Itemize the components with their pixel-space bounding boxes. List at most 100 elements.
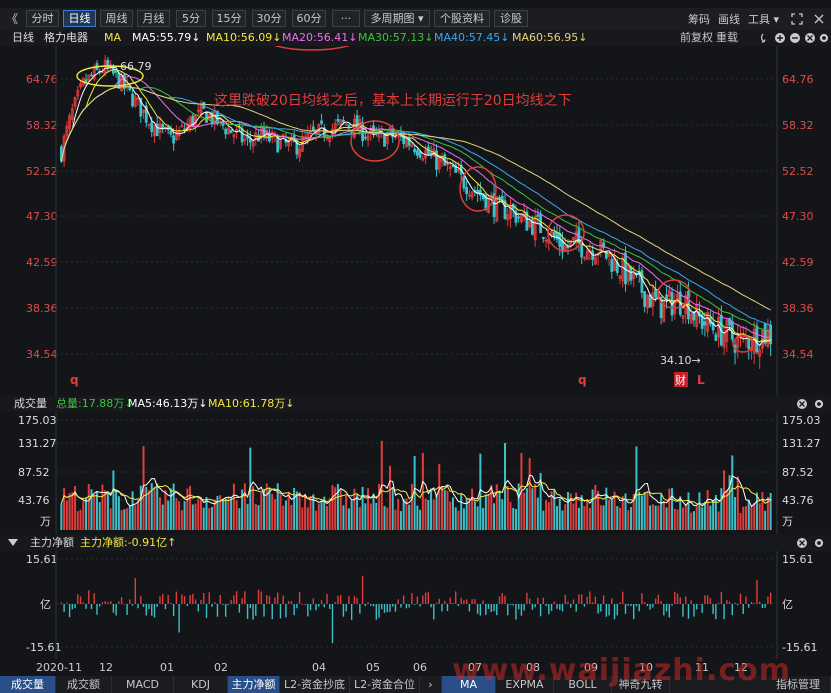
volume-bar — [183, 501, 186, 530]
diagnose-button[interactable]: 诊股 — [494, 10, 528, 27]
volume-bar — [158, 497, 161, 530]
flow-bar — [748, 604, 750, 608]
draw-line-button[interactable]: 画线 — [718, 11, 740, 27]
flow-bar — [613, 604, 616, 620]
tab-volume[interactable]: 成交量 — [0, 676, 56, 693]
candle-body — [714, 334, 718, 341]
volume-bar — [572, 503, 575, 530]
volume-bar — [692, 511, 695, 530]
volume-bar — [369, 503, 372, 530]
flow-bar — [249, 604, 252, 609]
flow-strip: 主力净额 主力净额:-0.91亿↑ — [0, 535, 831, 551]
forward-adjust-button[interactable]: 前复权 — [680, 30, 713, 46]
flow-bar — [685, 596, 687, 604]
flow-bar — [224, 604, 227, 617]
candle-body — [665, 294, 668, 300]
flow-bar — [616, 604, 618, 616]
flow-bar — [564, 594, 566, 604]
flow-bar — [290, 600, 293, 604]
flow-bar — [101, 602, 104, 604]
kline-chart[interactable]: 64.76 64.76 58.32 58.32 52.52 52.52 47.30 47.30… — [0, 46, 831, 396]
tab-macd[interactable]: MACD — [112, 676, 174, 693]
volume-bar — [471, 488, 474, 530]
flow-bar — [496, 604, 498, 616]
flow-bar — [79, 596, 82, 604]
flow-bar — [312, 598, 315, 604]
tab-turnover[interactable]: 成交额 — [56, 676, 112, 693]
price-tick-left: 42.59 — [26, 256, 58, 269]
flow-bar — [142, 604, 145, 607]
flow-bar — [271, 604, 273, 620]
panel-control-icons[interactable] — [760, 32, 830, 44]
tab-zhouxian[interactable]: 周线 — [100, 10, 133, 27]
flow-bar — [181, 594, 183, 604]
flow-bar — [329, 604, 331, 609]
close-icon[interactable] — [812, 12, 826, 26]
volume-bar — [531, 488, 534, 530]
volume-close-icon[interactable] — [796, 398, 826, 410]
candle-body — [183, 128, 187, 131]
price-tick-right: 38.36 — [782, 302, 814, 315]
flow-bar — [227, 604, 230, 605]
collapse-icon[interactable] — [8, 539, 18, 547]
candle-body — [536, 214, 540, 217]
volume-bar — [232, 483, 235, 530]
candle-body — [643, 291, 647, 307]
candle-body — [114, 69, 118, 73]
tab-60min[interactable]: 60分 — [292, 10, 326, 27]
tab-rixian[interactable]: 日线 — [63, 10, 96, 27]
flow-bar — [654, 598, 657, 604]
flow-bar — [222, 604, 224, 605]
volume-bar — [525, 488, 528, 530]
volume-bar — [257, 505, 260, 530]
flow-bar — [241, 598, 243, 604]
chips-button[interactable]: 筹码 — [688, 11, 710, 27]
reload-button[interactable]: 重载 — [716, 30, 738, 46]
volume-bar — [383, 506, 386, 530]
ma40-value: MA40:57.45↓ — [434, 31, 510, 44]
tab-30min[interactable]: 30分 — [252, 10, 286, 27]
flow-bar — [742, 604, 744, 614]
back-button[interactable]: 《 — [6, 10, 18, 27]
flow-bar — [706, 595, 709, 604]
volume-bar — [356, 494, 359, 530]
candle-body — [383, 133, 386, 147]
tab-5min[interactable]: 5分 — [176, 10, 206, 27]
flow-bar — [441, 604, 443, 612]
tab-l2-bottom[interactable]: L2-资金抄底 — [280, 676, 350, 693]
flow-tick-left: 15.61 — [26, 553, 58, 566]
volume-bar — [265, 483, 268, 530]
tab-kdj[interactable]: KDJ — [174, 676, 228, 693]
candle-body — [610, 258, 614, 272]
flow-bar — [392, 604, 394, 607]
volume-bar — [597, 490, 600, 530]
volume-bar — [301, 507, 304, 530]
stock-info-button[interactable]: 个股资料 — [434, 10, 490, 27]
tab-fenshi[interactable]: 分时 — [26, 10, 59, 27]
tab-main-flow[interactable]: 主力净额 — [228, 676, 280, 693]
flow-bar — [676, 593, 679, 604]
multi-period-dropdown[interactable]: 多周期图 ▾ — [364, 10, 430, 27]
tools-dropdown[interactable]: 工具 ▾ — [748, 11, 779, 27]
candle-body — [426, 146, 430, 156]
flow-bar — [438, 598, 440, 604]
tab-l2-position[interactable]: L2-资金合位 — [350, 676, 420, 693]
more-button[interactable]: ··· — [332, 10, 360, 27]
flow-close-icon[interactable] — [796, 537, 826, 549]
tabs-scroll-arrow[interactable]: › — [420, 676, 442, 693]
volume-bar — [558, 498, 561, 530]
flow-bar — [761, 604, 764, 609]
flow-bar — [507, 604, 509, 616]
flow-bar — [570, 604, 572, 608]
flow-bar — [375, 604, 377, 620]
volume-bar — [205, 497, 208, 530]
flow-bar — [572, 599, 575, 604]
volume-bar — [583, 506, 586, 530]
tab-yuexian[interactable]: 月线 — [137, 10, 170, 27]
tab-15min[interactable]: 15分 — [212, 10, 246, 27]
volume-bar — [87, 484, 90, 530]
flow-bar — [167, 595, 169, 604]
candle-body — [654, 289, 658, 298]
fullscreen-icon[interactable] — [790, 12, 804, 26]
volume-bar — [608, 499, 611, 530]
